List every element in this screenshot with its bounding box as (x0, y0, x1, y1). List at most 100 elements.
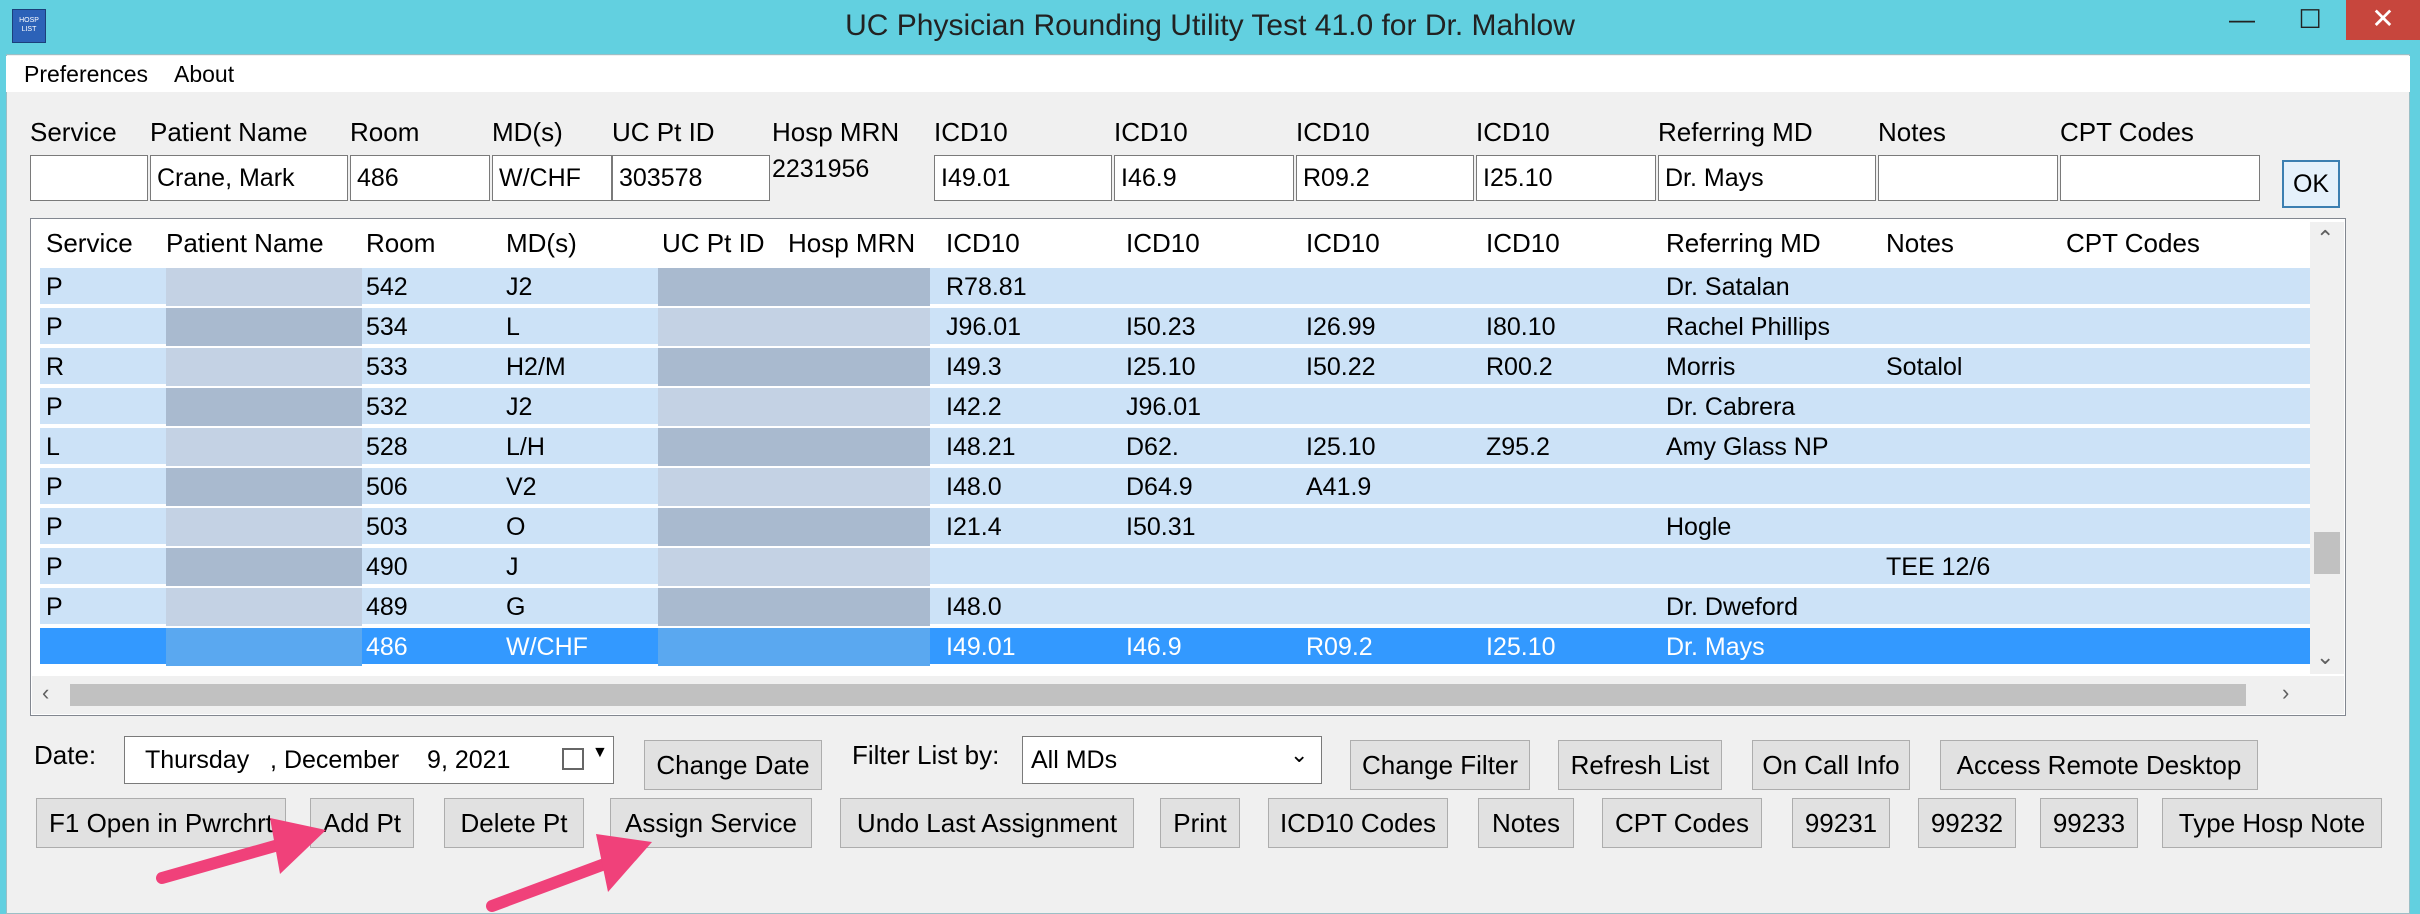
cell-service: R (46, 353, 65, 381)
cell-ref: Dr. Mays (1666, 633, 1765, 661)
icd10-field-2[interactable]: I46.9 (1114, 155, 1294, 201)
cell-service: P (46, 393, 63, 421)
room-field[interactable]: 486 (350, 155, 490, 201)
label-icd10-2: ICD10 (1114, 117, 1188, 147)
change-date-button[interactable]: Change Date (644, 740, 822, 790)
col-header-icd10-3[interactable]: ICD10 (1306, 228, 1380, 259)
close-button[interactable]: ✕ (2346, 0, 2420, 40)
undo-last-assignment-button[interactable]: Undo Last Assignment (840, 798, 1134, 848)
cell-mds: J (506, 553, 519, 581)
icd10-codes-button[interactable]: ICD10 Codes (1268, 798, 1448, 848)
ok-button[interactable]: OK (2282, 160, 2340, 208)
cell-room: 486 (366, 633, 408, 661)
cell-mds: H2/M (506, 353, 566, 381)
redacted-block (166, 268, 362, 306)
calendar-icon[interactable] (562, 748, 584, 770)
on-call-info-button[interactable]: On Call Info (1752, 740, 1910, 790)
code-99233-button[interactable]: 99233 (2040, 798, 2138, 848)
notes-button[interactable]: Notes (1478, 798, 1574, 848)
filter-select[interactable]: All MDs (1022, 736, 1322, 784)
redacted-block (658, 308, 930, 346)
cell-service: P (46, 553, 63, 581)
cell-ref: Morris (1666, 353, 1736, 381)
col-header-room[interactable]: Room (366, 228, 435, 259)
cell-icd1: I49.01 (946, 633, 1016, 661)
cell-service: P (46, 273, 63, 301)
scroll-down-icon[interactable]: ⌄ (2316, 644, 2334, 670)
notes-field[interactable] (1878, 155, 2058, 201)
col-header-mds[interactable]: MD(s) (506, 228, 577, 259)
col-header-icd10-2[interactable]: ICD10 (1126, 228, 1200, 259)
type-hosp-note-button[interactable]: Type Hosp Note (2162, 798, 2382, 848)
cell-icd2: I50.23 (1126, 313, 1196, 341)
cell-room: 503 (366, 513, 408, 541)
cpt-codes-field[interactable] (2060, 155, 2260, 201)
code-99232-button[interactable]: 99232 (1918, 798, 2016, 848)
col-header-icd10-4[interactable]: ICD10 (1486, 228, 1560, 259)
cell-icd2: J96.01 (1126, 393, 1202, 421)
date-dropdown-icon[interactable]: ▼ (592, 744, 608, 762)
change-filter-button[interactable]: Change Filter (1350, 740, 1530, 790)
cell-ref: Rachel Phillips (1666, 313, 1830, 341)
redacted-block (658, 428, 930, 466)
col-header-notes[interactable]: Notes (1886, 228, 1954, 259)
cell-service: P (46, 313, 63, 341)
vertical-scroll-thumb[interactable] (2314, 532, 2340, 574)
col-header-service[interactable]: Service (46, 228, 133, 259)
label-service: Service (30, 117, 117, 147)
code-99231-button[interactable]: 99231 (1792, 798, 1890, 848)
col-header-cpt-codes[interactable]: CPT Codes (2066, 228, 2200, 259)
cell-mds: V2 (506, 473, 537, 501)
cpt-codes-button[interactable]: CPT Codes (1602, 798, 1762, 848)
label-notes: Notes (1878, 117, 1946, 147)
mds-field[interactable]: W/CHF (492, 155, 612, 201)
scroll-right-icon[interactable]: › (2282, 680, 2289, 706)
cell-mds: L (506, 313, 520, 341)
uc-pt-id-field[interactable]: 303578 (612, 155, 770, 201)
menu-about[interactable]: About (174, 61, 234, 88)
menu-preferences[interactable]: Preferences (24, 61, 148, 88)
col-header-icd10-1[interactable]: ICD10 (946, 228, 1020, 259)
patient-name-field[interactable]: Crane, Mark (150, 155, 348, 201)
window-title: UC Physician Rounding Utility Test 41.0 … (845, 9, 1575, 42)
cell-ref: Dr. Dweford (1666, 593, 1798, 621)
redacted-block (166, 468, 362, 506)
referring-md-field[interactable]: Dr. Mays (1658, 155, 1876, 201)
scroll-up-icon[interactable]: ⌃ (2316, 226, 2334, 252)
redacted-block (658, 588, 930, 626)
menu-bar (6, 56, 2410, 92)
maximize-button[interactable]: ☐ (2280, 0, 2340, 40)
hosp-mrn-value: 2231956 (772, 155, 870, 183)
label-mds: MD(s) (492, 117, 563, 147)
access-remote-desktop-button[interactable]: Access Remote Desktop (1940, 740, 2258, 790)
date-picker[interactable]: Thursday , December 9, 2021 (124, 736, 614, 784)
filter-label: Filter List by: (852, 740, 1000, 770)
icd10-field-4[interactable]: I25.10 (1476, 155, 1656, 201)
cell-service: P (46, 513, 63, 541)
minimize-button[interactable]: — (2212, 0, 2272, 40)
cell-icd1: I48.0 (946, 473, 1002, 501)
vertical-scrollbar[interactable] (2310, 222, 2344, 674)
icd10-field-3[interactable]: R09.2 (1296, 155, 1474, 201)
chevron-down-icon[interactable]: ⌄ (1290, 742, 1308, 768)
col-header-patient-name[interactable]: Patient Name (166, 228, 324, 259)
redacted-block (658, 468, 930, 506)
service-field[interactable] (30, 155, 148, 201)
cell-mds: J2 (506, 393, 533, 421)
refresh-list-button[interactable]: Refresh List (1558, 740, 1722, 790)
scroll-left-icon[interactable]: ‹ (42, 680, 49, 706)
redacted-block (166, 348, 362, 386)
label-icd10-1: ICD10 (934, 117, 1008, 147)
col-header-hosp-mrn[interactable]: Hosp MRN (788, 228, 915, 259)
icd10-field-1[interactable]: I49.01 (934, 155, 1112, 201)
cell-icd1: J96.01 (946, 313, 1022, 341)
redacted-block (658, 628, 930, 666)
cell-icd2: D64.9 (1126, 473, 1193, 501)
redacted-block (658, 508, 930, 546)
col-header-uc-pt-id[interactable]: UC Pt ID (662, 228, 765, 259)
print-button[interactable]: Print (1160, 798, 1240, 848)
col-header-referring-md[interactable]: Referring MD (1666, 228, 1821, 259)
label-hosp-mrn: Hosp MRN (772, 117, 900, 147)
horizontal-scroll-thumb[interactable] (70, 684, 2246, 706)
label-referring-md: Referring MD (1658, 117, 1813, 147)
